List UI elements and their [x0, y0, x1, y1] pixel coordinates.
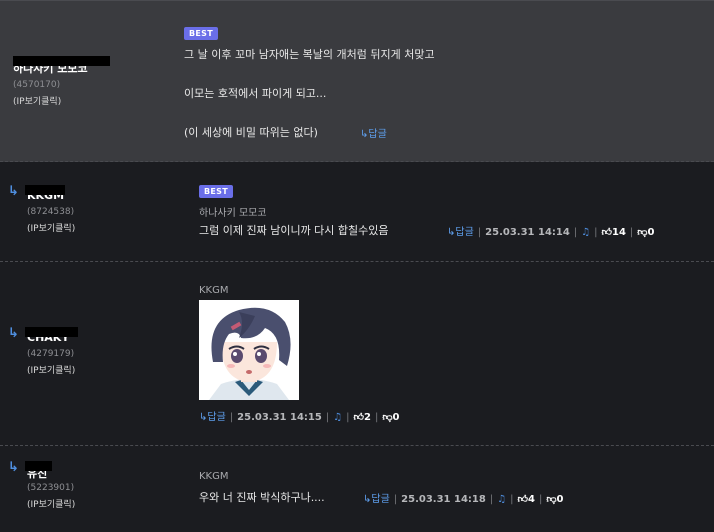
- redaction-bar: [25, 461, 52, 471]
- bell-icon[interactable]: ♫: [497, 494, 506, 505]
- comment-text-line: (이 세상에 비밀 따위는 없다): [184, 126, 318, 139]
- comment-meta: ↳답글 | 25.03.31 14:18 | ♫ | 👍︎4 | 👎︎0: [363, 494, 564, 505]
- reply-to-name: 하나사키 모모코: [199, 208, 267, 219]
- bell-icon[interactable]: ♫: [581, 227, 590, 238]
- upvote-count: 2: [364, 412, 371, 423]
- reply-to-name: KKGM: [199, 285, 229, 296]
- ip-view-link[interactable]: (IP보기클릭): [27, 497, 75, 510]
- timestamp: 25.03.31 14:18: [401, 494, 486, 505]
- reply-button[interactable]: ↳답글: [447, 227, 474, 238]
- reply-button[interactable]: ↳답글: [363, 494, 390, 505]
- best-badge: BEST: [199, 185, 233, 198]
- reply-button[interactable]: ↳답글: [199, 412, 226, 423]
- comment-text-line: 이모는 호적에서 파이게 되고...: [184, 87, 327, 100]
- thumbs-up-icon: 👍︎: [601, 227, 612, 238]
- timestamp: 25.03.31 14:14: [485, 227, 570, 238]
- comment-text: 그럼 이제 진짜 남이니까 다시 합칠수있음: [199, 224, 389, 237]
- user-id: (4570170): [13, 80, 61, 90]
- reply-arrow-icon: ↳: [8, 460, 19, 475]
- comment-text: 우와 너 진짜 박식하구나....: [199, 491, 325, 504]
- downvote-count: 0: [556, 494, 564, 505]
- thumbs-down-icon: 👎︎: [637, 227, 648, 238]
- reply-arrow-icon: ↳: [8, 184, 19, 199]
- attached-image[interactable]: [199, 300, 299, 400]
- bell-icon[interactable]: ♫: [333, 412, 342, 423]
- user-id: (8724538): [27, 207, 75, 217]
- ip-view-link[interactable]: (IP보기클릭): [13, 94, 61, 107]
- reply-button[interactable]: ↳답글: [360, 125, 387, 140]
- downvote-button[interactable]: 👎︎0: [382, 412, 399, 423]
- anime-girl-image: [199, 300, 299, 400]
- redaction-bar: [25, 327, 78, 337]
- thumbs-down-icon: 👎︎: [382, 412, 393, 423]
- reply-to-name: KKGM: [199, 471, 229, 482]
- comment-item: ↳ KKGM (8724538) (IP보기클릭) BEST 하나사키 모모코 …: [0, 162, 714, 262]
- upvote-count: 14: [612, 227, 626, 238]
- reply-arrow-icon: ↳: [8, 326, 19, 341]
- timestamp: 25.03.31 14:15: [237, 412, 322, 423]
- upvote-button[interactable]: 👍︎14: [602, 227, 626, 238]
- comment-item: 하나사키 모모코 (4570170) (IP보기클릭) BEST 그 날 이후 …: [0, 0, 714, 162]
- downvote-button[interactable]: 👎︎0: [637, 227, 654, 238]
- upvote-button[interactable]: 👍︎2: [354, 412, 371, 423]
- comment-meta: ↳답글 | 25.03.31 14:14 | ♫ | 👍︎14 | 👎︎0: [447, 227, 655, 238]
- thumbs-up-icon: 👍︎: [517, 494, 528, 505]
- redaction-bar: [13, 56, 110, 66]
- comment-item: ↳ CHAKY (4279179) (IP보기클릭) KKGM ↳답글 | 25…: [0, 262, 714, 446]
- ip-view-link[interactable]: (IP보기클릭): [27, 363, 75, 376]
- comment-text-line: 그 날 이후 꼬마 남자애는 복날의 개처럼 뒤지게 처맞고: [184, 48, 435, 61]
- comment-item: ↳ 유진 (5223901) (IP보기클릭) KKGM 우와 너 진짜 박식하…: [0, 446, 714, 532]
- downvote-button[interactable]: 👎︎0: [546, 494, 563, 505]
- comment-meta: ↳답글 | 25.03.31 14:15 | ♫ | 👍︎2 | 👎︎0: [199, 412, 400, 423]
- redaction-bar: [25, 185, 65, 195]
- user-id: (4279179): [27, 349, 75, 359]
- downvote-count: 0: [392, 412, 400, 423]
- upvote-button[interactable]: 👍︎4: [518, 494, 535, 505]
- best-badge: BEST: [184, 27, 218, 40]
- thumbs-down-icon: 👎︎: [546, 494, 557, 505]
- thumbs-up-icon: 👍︎: [353, 412, 364, 423]
- user-id: (5223901): [27, 483, 75, 493]
- upvote-count: 4: [528, 494, 535, 505]
- downvote-count: 0: [647, 227, 655, 238]
- ip-view-link[interactable]: (IP보기클릭): [27, 221, 75, 234]
